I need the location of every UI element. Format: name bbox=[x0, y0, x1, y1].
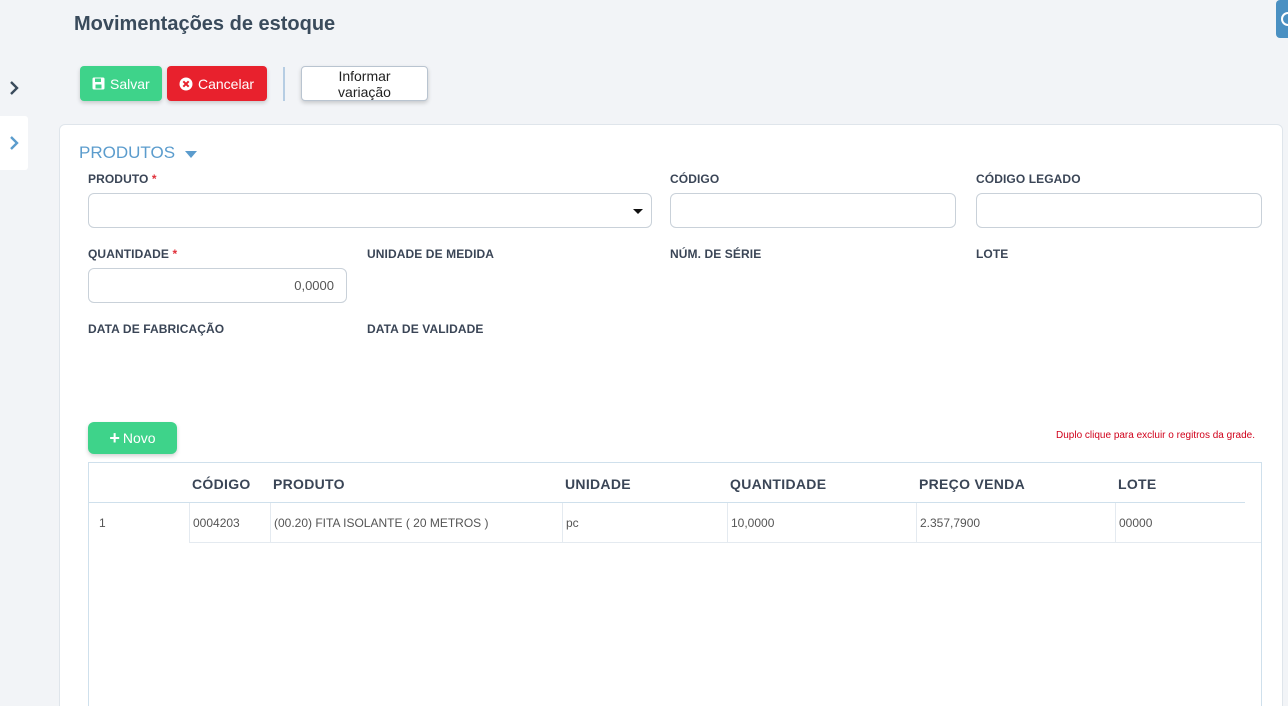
cell-lote: 00000 bbox=[1115, 503, 1261, 543]
grid-header: CÓDIGO PRODUTO UNIDADE QUANTIDADE PREÇO … bbox=[89, 463, 1245, 503]
page-title: Movimentações de estoque bbox=[74, 13, 336, 35]
save-icon bbox=[92, 77, 105, 90]
expand-menu-button[interactable] bbox=[0, 62, 28, 114]
chevron-right-icon bbox=[10, 136, 19, 150]
products-grid: CÓDIGO PRODUTO UNIDADE QUANTIDADE PREÇO … bbox=[88, 462, 1262, 706]
cancel-label: Cancelar bbox=[198, 75, 255, 92]
column-header-produto[interactable]: PRODUTO bbox=[273, 476, 345, 492]
save-label: Salvar bbox=[110, 75, 150, 92]
cell-unidade: pc bbox=[562, 503, 727, 543]
help-button[interactable] bbox=[1276, 0, 1288, 38]
produto-label: PRODUTO * bbox=[88, 172, 157, 186]
column-header-codigo[interactable]: CÓDIGO bbox=[192, 476, 251, 492]
chevron-down-icon bbox=[633, 209, 643, 214]
required-mark: * bbox=[151, 172, 157, 186]
section-title: PRODUTOS bbox=[79, 143, 176, 162]
cell-quantidade: 10,0000 bbox=[727, 503, 916, 543]
quantidade-input[interactable]: 0,0000 bbox=[88, 268, 347, 303]
produto-label-text: PRODUTO bbox=[88, 172, 149, 186]
cell-preco-venda: 2.357,7900 bbox=[916, 503, 1115, 543]
left-rail bbox=[0, 0, 28, 706]
codigo-legado-input[interactable] bbox=[976, 193, 1262, 228]
num-serie-label: NÚM. DE SÉRIE bbox=[670, 247, 762, 261]
quantidade-label-text: QUANTIDADE bbox=[88, 247, 169, 261]
informar-variacao-button[interactable]: Informar variação bbox=[301, 66, 428, 101]
cell-produto: (00.20) FITA ISOLANTE ( 20 METROS ) bbox=[270, 503, 562, 543]
grid-hint: Duplo clique para excluir o regitros da … bbox=[1056, 430, 1255, 441]
section-toggle[interactable]: PRODUTOS bbox=[79, 143, 198, 163]
column-header-quantidade[interactable]: QUANTIDADE bbox=[730, 476, 826, 492]
products-panel: PRODUTOS PRODUTO * CÓDIGO CÓDIGO LEGADO … bbox=[59, 124, 1283, 706]
toolbar: Salvar Cancelar Informar variação bbox=[80, 66, 428, 101]
row-index: 1 bbox=[99, 516, 106, 530]
chevron-right-icon bbox=[10, 81, 19, 95]
codigo-input[interactable] bbox=[670, 193, 956, 228]
expand-filter-button[interactable] bbox=[0, 116, 28, 170]
plus-icon: + bbox=[109, 428, 120, 448]
codigo-legado-label: CÓDIGO LEGADO bbox=[976, 172, 1081, 186]
produto-select[interactable] bbox=[88, 193, 652, 228]
help-icon bbox=[1281, 12, 1288, 26]
save-button[interactable]: Salvar bbox=[80, 66, 162, 101]
required-mark: * bbox=[172, 247, 178, 261]
data-validade-label: DATA DE VALIDADE bbox=[367, 322, 484, 336]
quantidade-label: QUANTIDADE * bbox=[88, 247, 177, 261]
data-fabricacao-label: DATA DE FABRICAÇÃO bbox=[88, 322, 225, 336]
lote-label: LOTE bbox=[976, 247, 1009, 261]
column-header-lote[interactable]: LOTE bbox=[1118, 476, 1157, 492]
cancel-icon bbox=[179, 77, 193, 90]
unidade-medida-label: UNIDADE DE MEDIDA bbox=[367, 247, 495, 261]
caret-down-icon bbox=[185, 150, 198, 158]
column-header-unidade[interactable]: UNIDADE bbox=[565, 476, 631, 492]
cancel-button[interactable]: Cancelar bbox=[167, 66, 267, 101]
novo-button[interactable]: + Novo bbox=[88, 422, 177, 454]
novo-label: Novo bbox=[122, 430, 156, 446]
table-row[interactable]: 1 0004203 (00.20) FITA ISOLANTE ( 20 MET… bbox=[89, 503, 1261, 543]
cell-codigo: 0004203 bbox=[189, 503, 270, 543]
toolbar-divider bbox=[283, 66, 285, 101]
column-header-preco-venda[interactable]: PREÇO VENDA bbox=[919, 476, 1025, 492]
codigo-label: CÓDIGO bbox=[670, 172, 720, 186]
